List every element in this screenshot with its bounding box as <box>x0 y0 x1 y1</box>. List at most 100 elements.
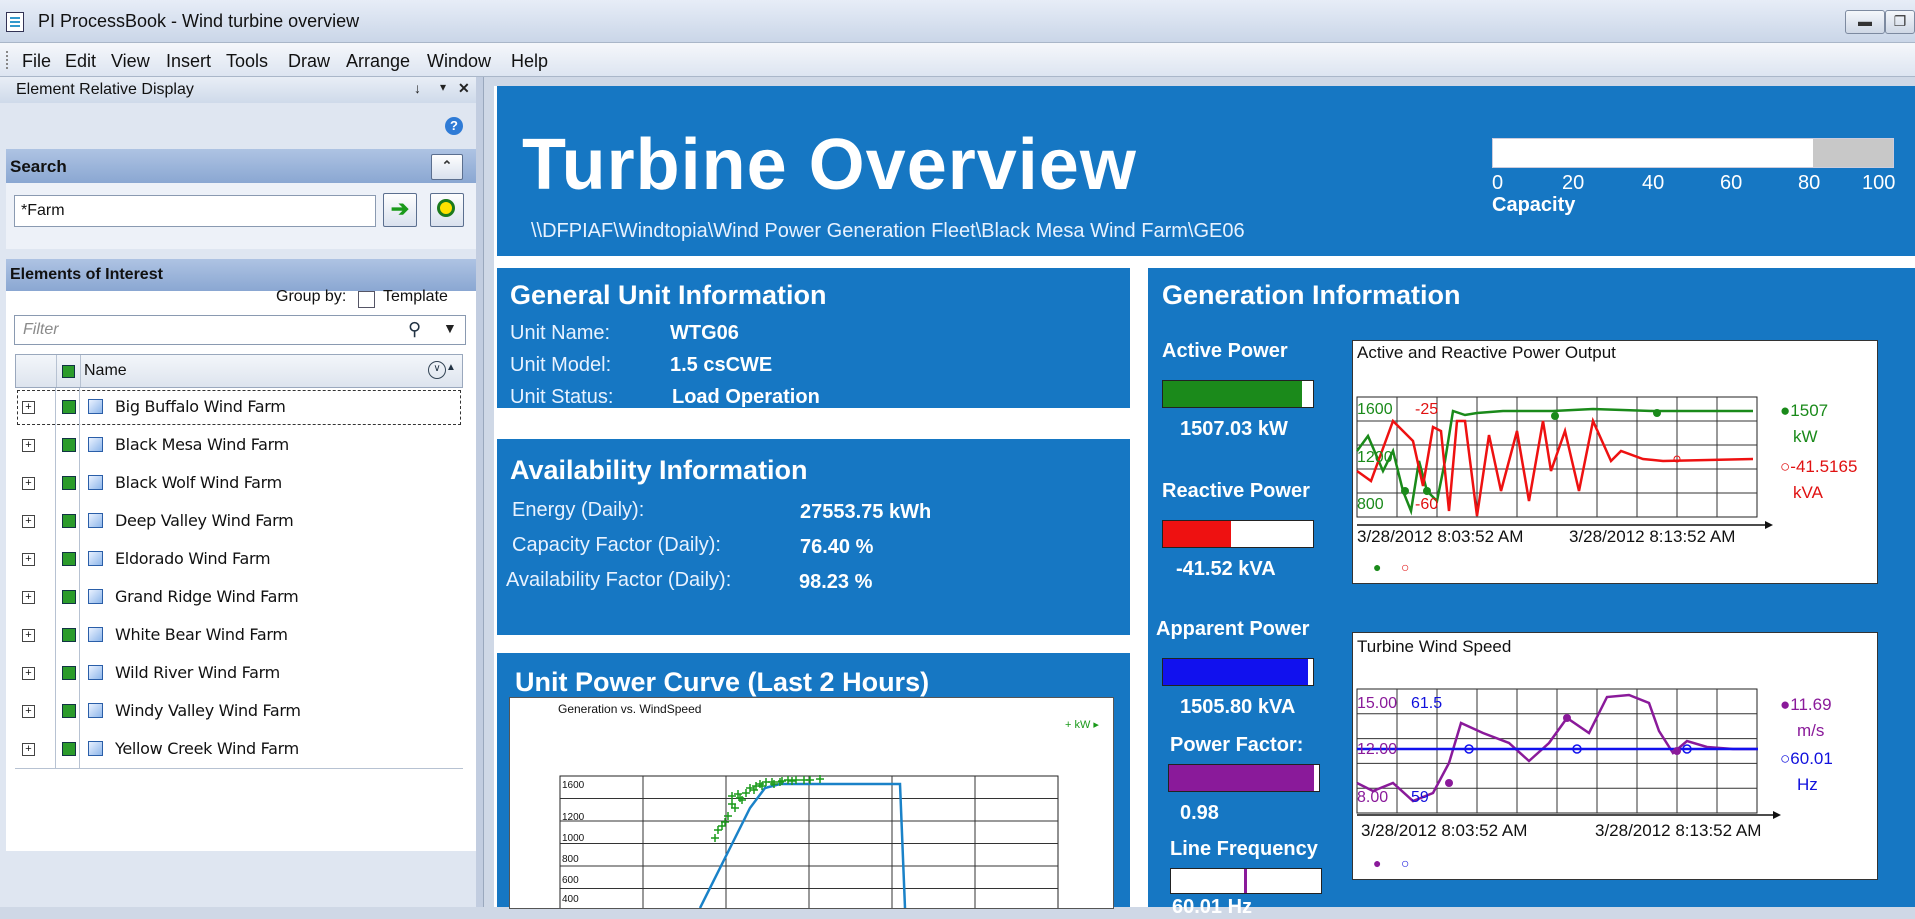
power-output-trend[interactable]: Active and Reactive Power Output 1600 -2… <box>1352 340 1878 584</box>
pc-y-tick: 600 <box>562 875 579 886</box>
power-curve-point <box>714 826 722 834</box>
element-row[interactable]: + Black Mesa Wind Farm <box>15 426 463 465</box>
element-row[interactable]: + Yellow Creek Wind Farm <box>15 730 463 769</box>
help-icon[interactable]: ? <box>445 117 463 135</box>
unit-name-value: WTG06 <box>670 322 739 344</box>
restore-button[interactable]: ❐ <box>1885 10 1915 34</box>
menu-arrange[interactable]: Arrange <box>346 51 410 72</box>
expand-icon[interactable]: + <box>22 629 35 642</box>
menu-view[interactable]: View <box>111 51 150 72</box>
filter-search-icon[interactable]: ⚲ <box>408 319 421 340</box>
pc-y-tick: 1600 <box>562 780 585 791</box>
panel-dropdown-icon[interactable]: ▾ <box>440 80 446 94</box>
element-name: Yellow Creek Wind Farm <box>115 739 299 758</box>
search-icon <box>437 199 455 217</box>
search-header-label: Search <box>10 157 67 176</box>
expand-icon[interactable]: + <box>22 401 35 414</box>
trend2-legend-b-icon[interactable]: ○ <box>1401 855 1409 871</box>
menu-window[interactable]: Window <box>427 51 491 72</box>
search-input[interactable]: *Farm <box>14 195 376 227</box>
capacity-tick: 0 <box>1492 172 1504 194</box>
element-name: Deep Valley Wind Farm <box>115 511 294 530</box>
wind-speed-point <box>1563 714 1571 722</box>
status-column-icon[interactable] <box>62 365 75 378</box>
status-indicator-icon <box>62 400 76 414</box>
element-row[interactable]: + Wild River Wind Farm <box>15 654 463 693</box>
pin-icon[interactable]: ↓ <box>414 80 421 96</box>
expand-icon[interactable]: + <box>22 439 35 452</box>
expand-icon[interactable]: + <box>22 743 35 756</box>
pc-y-tick: 800 <box>562 854 579 865</box>
capacity-label: Capacity <box>1492 194 1576 216</box>
filter-input[interactable]: Filter ⚲ ▼ <box>14 315 466 345</box>
menu-edit[interactable]: Edit <box>65 51 96 72</box>
toolbar-grip[interactable] <box>6 51 11 69</box>
trend1-unit-a: kW <box>1793 427 1818 446</box>
go-search-button[interactable]: ➔ <box>383 193 417 227</box>
filter-dropdown-icon[interactable]: ▼ <box>443 320 457 336</box>
power-factor-value: 0.98 <box>1180 802 1219 824</box>
element-name: Black Wolf Wind Farm <box>115 473 282 492</box>
trend2-axis-arrow <box>1773 811 1781 819</box>
line-frequency-bar <box>1170 868 1322 894</box>
energy-daily-label: Energy (Daily): <box>512 499 645 521</box>
status-indicator-icon <box>62 590 76 604</box>
expand-icon[interactable]: + <box>22 591 35 604</box>
panel-splitter[interactable] <box>476 77 483 907</box>
column-chooser-icon[interactable]: ∨ <box>428 361 446 379</box>
power-curve-chart[interactable]: Generation vs. WindSpeed + kW ▸ 1600 120… <box>509 697 1114 909</box>
element-row[interactable]: + Deep Valley Wind Farm <box>15 502 463 541</box>
unit-status-label: Unit Status: <box>510 386 614 408</box>
element-name: Grand Ridge Wind Farm <box>115 587 299 606</box>
panel-header: Element Relative Display ↓ ▾ ✕ <box>0 77 483 103</box>
capacity-tick: 40 <box>1642 172 1665 194</box>
power-curve-grid <box>559 775 1059 908</box>
active-power-bar <box>1162 380 1314 408</box>
trend2-ymid-a: 12.00 <box>1357 741 1398 758</box>
trend1-value-a: ●1507 <box>1780 401 1829 420</box>
search-section-header: Search ⌃ <box>6 149 476 183</box>
element-row[interactable]: + Big Buffalo Wind Farm <box>15 388 463 427</box>
element-row[interactable]: + Black Wolf Wind Farm <box>15 464 463 503</box>
element-icon <box>88 475 103 490</box>
expand-icon[interactable]: + <box>22 667 35 680</box>
apparent-power-value: 1505.80 kVA <box>1180 696 1296 718</box>
element-icon <box>88 513 103 528</box>
minimize-button[interactable]: ▬ <box>1845 10 1885 34</box>
name-column-header[interactable]: Name <box>84 362 127 380</box>
wind-speed-trend[interactable]: Turbine Wind Speed 15.00 61.5 12.00 8.00… <box>1352 632 1878 880</box>
element-name: Eldorado Wind Farm <box>115 549 271 568</box>
template-checkbox[interactable] <box>358 291 375 308</box>
menu-help[interactable]: Help <box>511 51 548 72</box>
close-icon[interactable]: ✕ <box>458 80 470 97</box>
menu-insert[interactable]: Insert <box>166 51 211 72</box>
advanced-search-button[interactable] <box>430 193 464 227</box>
sort-icon[interactable]: ▲ <box>446 362 456 373</box>
power-curve-point <box>711 834 719 842</box>
expand-icon[interactable]: + <box>22 477 35 490</box>
expand-icon[interactable]: + <box>22 515 35 528</box>
menu-file[interactable]: File <box>22 51 51 72</box>
trend1-legend-a-icon[interactable]: ● <box>1373 559 1381 575</box>
element-row[interactable]: + Grand Ridge Wind Farm <box>15 578 463 617</box>
element-row[interactable]: + White Bear Wind Farm <box>15 616 463 655</box>
power-curve-point <box>756 780 764 788</box>
collapse-icon[interactable]: ⌃ <box>431 154 463 180</box>
active-power-point <box>1551 412 1559 420</box>
element-row[interactable]: + Windy Valley Wind Farm <box>15 692 463 731</box>
reactive-power-value: -41.52 kVA <box>1176 558 1276 580</box>
menu-draw[interactable]: Draw <box>288 51 330 72</box>
trend1-ymax-b: -25 <box>1415 401 1439 418</box>
element-icon <box>88 551 103 566</box>
menu-tools[interactable]: Tools <box>226 51 268 72</box>
apparent-power-bar-fill <box>1163 659 1309 685</box>
trend1-legend-b-icon[interactable]: ○ <box>1401 559 1409 575</box>
apparent-power-bar <box>1162 658 1314 686</box>
trend1-start-time: 3/28/2012 8:03:52 AM <box>1357 527 1524 546</box>
expand-icon[interactable]: + <box>22 705 35 718</box>
template-label: Template <box>383 288 448 305</box>
element-relative-display-panel: Element Relative Display ↓ ▾ ✕ ? Search … <box>0 77 484 907</box>
trend2-legend-a-icon[interactable]: ● <box>1373 855 1381 871</box>
expand-icon[interactable]: + <box>22 553 35 566</box>
element-row[interactable]: + Eldorado Wind Farm <box>15 540 463 579</box>
